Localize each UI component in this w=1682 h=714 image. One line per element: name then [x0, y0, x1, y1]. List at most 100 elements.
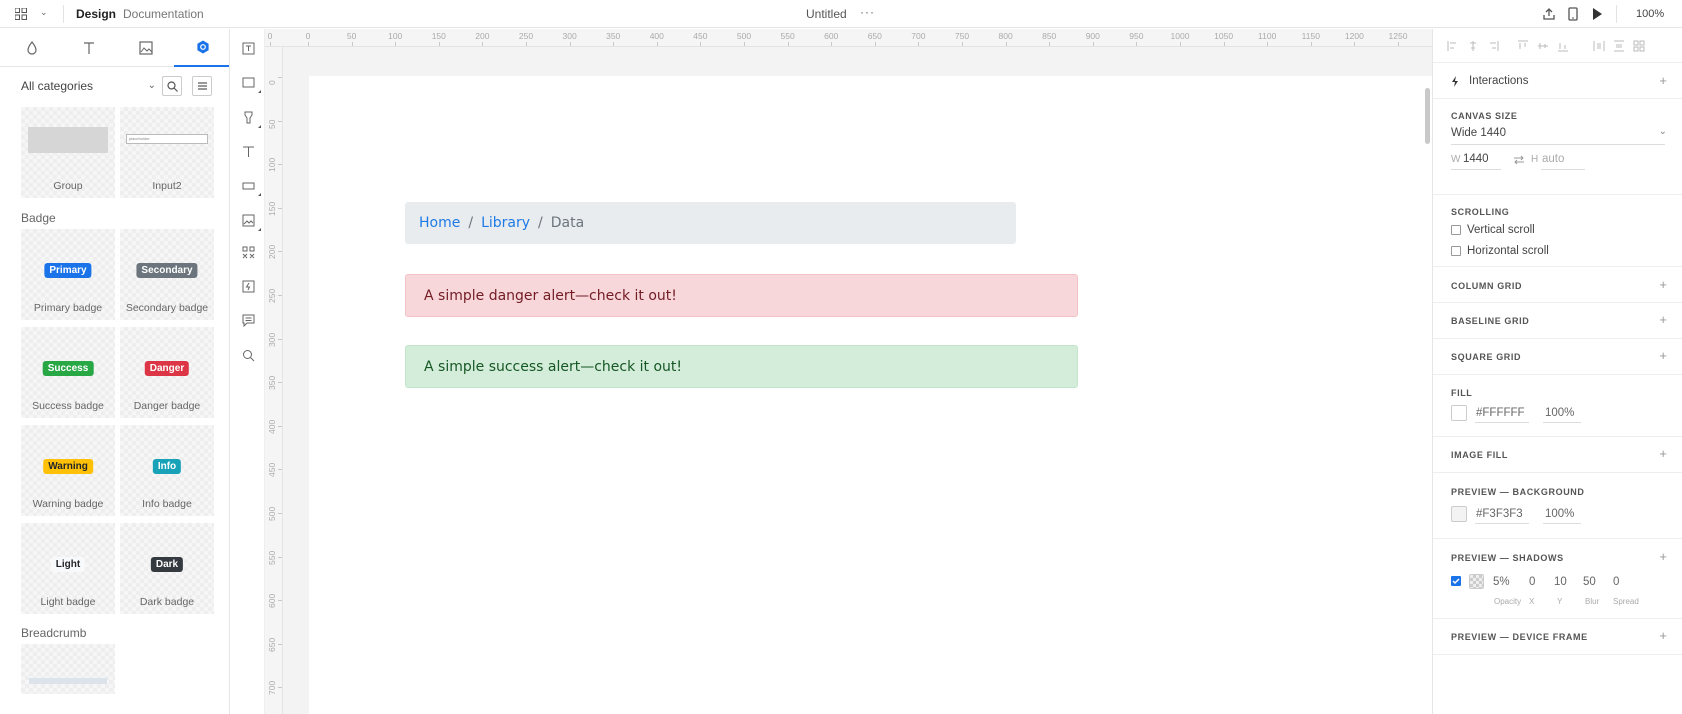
- align-middle-icon[interactable]: [1537, 40, 1549, 52]
- preview-background-swatch[interactable]: [1451, 506, 1467, 522]
- list-view-button[interactable]: [192, 76, 212, 96]
- distribute-vertical-icon[interactable]: [1613, 40, 1625, 52]
- chevron-down-icon[interactable]: ⌄: [40, 7, 48, 18]
- zoom-tool[interactable]: [240, 347, 256, 363]
- swap-icon[interactable]: [1513, 155, 1525, 165]
- horizontal-scroll-checkbox[interactable]: [1451, 246, 1461, 256]
- search-button[interactable]: [162, 76, 182, 96]
- tab-components[interactable]: [174, 29, 229, 67]
- fill-color-swatch[interactable]: [1451, 405, 1467, 421]
- component-tile-group[interactable]: Group: [21, 107, 115, 198]
- preview-background-heading: PREVIEW — BACKGROUND: [1451, 487, 1585, 497]
- pen-tool[interactable]: [240, 109, 261, 128]
- component-tile-success-badge[interactable]: Success Success badge: [21, 327, 115, 418]
- component-tile-breadcrumb[interactable]: [21, 644, 115, 694]
- add-device-frame-button[interactable]: +: [1659, 628, 1667, 643]
- square-grid-section[interactable]: SQUARE GRID +: [1433, 339, 1682, 375]
- artboard[interactable]: [309, 76, 1432, 714]
- zoom-level[interactable]: 100%: [1636, 8, 1664, 20]
- interactions-section[interactable]: Interactions +: [1433, 64, 1682, 99]
- align-top-icon[interactable]: [1517, 40, 1529, 52]
- breadcrumb-home[interactable]: Home: [419, 215, 460, 231]
- distribute-horizontal-icon[interactable]: [1593, 40, 1605, 52]
- shadow-color-swatch[interactable]: [1469, 574, 1484, 589]
- play-icon[interactable]: [1589, 6, 1605, 22]
- baseline-grid-section[interactable]: BASELINE GRID +: [1433, 303, 1682, 339]
- tab-images[interactable]: [117, 29, 175, 67]
- add-column-grid-button[interactable]: +: [1659, 277, 1667, 292]
- grid-menu-icon[interactable]: [15, 8, 27, 20]
- shadow-spread-input[interactable]: 0: [1613, 576, 1619, 588]
- group-preview: [28, 127, 108, 153]
- image-fill-section[interactable]: IMAGE FILL +: [1433, 437, 1682, 473]
- comment-tool[interactable]: [240, 312, 256, 328]
- ruler-label: 350: [267, 376, 277, 391]
- ruler-label: 1250: [1388, 31, 1408, 41]
- add-shadow-button[interactable]: +: [1659, 549, 1667, 564]
- add-square-grid-button[interactable]: +: [1659, 348, 1667, 363]
- align-left-icon[interactable]: [1447, 40, 1459, 52]
- success-alert[interactable]: A simple success alert—check it out!: [405, 345, 1078, 388]
- component-tile-primary-badge[interactable]: Primary Primary badge: [21, 229, 115, 320]
- rectangle-icon: [242, 77, 254, 87]
- component-tile-light-badge[interactable]: Light Light badge: [21, 523, 115, 614]
- width-input[interactable]: 1440: [1463, 153, 1489, 165]
- shadow-enabled-checkbox[interactable]: [1451, 576, 1461, 586]
- device-preview-icon[interactable]: [1565, 6, 1581, 22]
- tab-typography[interactable]: [60, 29, 118, 67]
- breadcrumb-library[interactable]: Library: [481, 215, 530, 231]
- component-tool[interactable]: [240, 244, 256, 260]
- preview-background-opacity-input[interactable]: 100%: [1545, 508, 1574, 520]
- artboard-tool[interactable]: [240, 40, 256, 56]
- ruler-label: 450: [693, 31, 708, 41]
- component-tile-input2[interactable]: placeholder Input2: [120, 107, 214, 198]
- shadow-x-input[interactable]: 0: [1529, 576, 1535, 588]
- breadcrumb[interactable]: Home / Library / Data: [405, 202, 1016, 244]
- height-input[interactable]: auto: [1542, 153, 1564, 165]
- vertical-scroll-checkbox[interactable]: [1451, 225, 1461, 235]
- rectangle-tool[interactable]: [240, 74, 261, 93]
- category-select[interactable]: All categories ⌄: [21, 79, 156, 97]
- preview-background-hex-input[interactable]: #F3F3F3: [1476, 508, 1523, 520]
- add-image-fill-button[interactable]: +: [1659, 446, 1667, 461]
- shadow-opacity-input[interactable]: 5%: [1493, 576, 1510, 588]
- align-right-icon[interactable]: [1487, 40, 1499, 52]
- canvas-size-select[interactable]: Wide 1440: [1451, 127, 1506, 139]
- ruler-label: 250: [518, 31, 534, 41]
- component-tile-secondary-badge[interactable]: Secondary Secondary badge: [120, 229, 214, 320]
- preview-device-frame-section[interactable]: PREVIEW — DEVICE FRAME +: [1433, 619, 1682, 655]
- add-interaction-button[interactable]: +: [1659, 73, 1667, 88]
- share-icon[interactable]: [1541, 6, 1557, 22]
- vertical-scrollbar[interactable]: [1425, 88, 1430, 144]
- component-tile-dark-badge[interactable]: Dark Dark badge: [120, 523, 214, 614]
- component-tile-warning-badge[interactable]: Warning Warning badge: [21, 425, 115, 516]
- ruler-label: 400: [649, 31, 664, 41]
- hotspot-tool[interactable]: [240, 278, 256, 294]
- align-bottom-icon[interactable]: [1557, 40, 1569, 52]
- list-icon: [197, 82, 207, 90]
- more-options-button[interactable]: ···: [860, 5, 875, 19]
- add-baseline-grid-button[interactable]: +: [1659, 312, 1667, 327]
- tab-documentation[interactable]: Documentation: [123, 7, 204, 21]
- fill-hex-input[interactable]: #FFFFFF: [1476, 407, 1525, 419]
- component-tile-info-badge[interactable]: Info Info badge: [120, 425, 214, 516]
- input-tool[interactable]: [240, 177, 261, 196]
- component-tile-danger-badge[interactable]: Danger Danger badge: [120, 327, 214, 418]
- image-tool[interactable]: [240, 212, 261, 231]
- tab-styles[interactable]: [3, 29, 61, 67]
- align-center-horizontal-icon[interactable]: [1467, 40, 1479, 52]
- text-icon: [84, 42, 94, 54]
- divider: [1543, 422, 1581, 423]
- column-grid-section[interactable]: COLUMN GRID +: [1433, 267, 1682, 303]
- shadow-blur-input[interactable]: 50: [1583, 576, 1596, 588]
- shadow-y-input[interactable]: 10: [1554, 576, 1567, 588]
- fill-opacity-input[interactable]: 100%: [1545, 407, 1574, 419]
- text-tool[interactable]: [240, 143, 256, 159]
- document-title[interactable]: Untitled: [806, 7, 847, 21]
- tab-design[interactable]: Design: [76, 7, 116, 21]
- chevron-down-icon[interactable]: ⌄: [1659, 126, 1667, 137]
- pen-icon: [244, 111, 252, 123]
- danger-alert[interactable]: A simple danger alert—check it out!: [405, 274, 1078, 317]
- tidy-grid-icon[interactable]: [1633, 40, 1645, 52]
- ruler-label: 50: [267, 119, 277, 129]
